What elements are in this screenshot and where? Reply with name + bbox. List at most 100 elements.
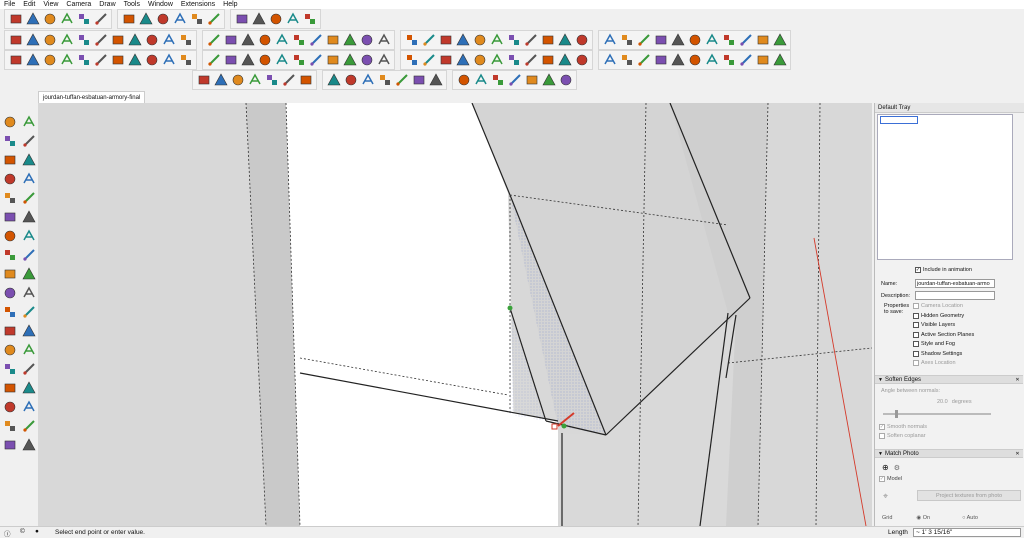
joint-push-pull-icon[interactable] (239, 32, 256, 49)
slider-thumb[interactable] (895, 410, 898, 418)
protractor-icon[interactable] (1, 322, 19, 339)
arrow-down-icon[interactable] (539, 52, 556, 69)
property-checkbox[interactable] (913, 322, 919, 328)
freehand-icon[interactable] (7, 32, 24, 49)
polygon-icon[interactable] (20, 189, 38, 206)
warehouse-icon[interactable] (188, 11, 205, 28)
rotate-icon[interactable] (1, 265, 19, 282)
follow-me-icon[interactable] (20, 265, 38, 282)
from-scratch-icon[interactable] (669, 32, 686, 49)
match-photo-icon[interactable] (505, 52, 522, 69)
dimension-icon[interactable] (20, 303, 38, 320)
look-around-icon[interactable] (20, 417, 38, 434)
menu-file[interactable]: File (4, 0, 15, 9)
tools-icon[interactable] (301, 11, 318, 28)
layer-down-icon[interactable] (58, 52, 75, 69)
shape-bender-icon[interactable] (324, 32, 341, 49)
layer-visible-icon[interactable] (109, 52, 126, 69)
close-icon[interactable]: ✕ (1014, 451, 1021, 458)
scene-thumbnail[interactable] (880, 116, 918, 124)
eraser-icon[interactable] (488, 32, 505, 49)
arc-icon[interactable] (58, 32, 75, 49)
weld-icon[interactable] (160, 32, 177, 49)
animation-next-icon[interactable] (737, 32, 754, 49)
property-row[interactable]: Style and Fog (913, 341, 955, 347)
property-checkbox[interactable] (913, 360, 919, 366)
property-row[interactable]: Active Section Planes (913, 331, 974, 338)
location-icon[interactable] (754, 32, 771, 49)
plant-icon[interactable] (325, 72, 342, 89)
axes-icon[interactable] (1, 341, 19, 358)
add-photo-icon[interactable]: ⊕ (882, 463, 889, 472)
tape-measure-icon[interactable] (1, 303, 19, 320)
menu-help[interactable]: Help (223, 0, 237, 9)
push-pull-icon[interactable] (20, 246, 38, 263)
section-icon[interactable] (154, 11, 171, 28)
user-icon[interactable]: ● (35, 528, 44, 537)
cap-icon[interactable] (557, 72, 574, 89)
dome-icon[interactable] (540, 72, 557, 89)
property-row[interactable]: Camera Location (913, 303, 963, 309)
property-row[interactable]: Shadow Settings (913, 350, 962, 357)
match-photo-header[interactable]: ▼ Match Photo ✕ (875, 449, 1023, 458)
rectangle-icon[interactable] (1, 170, 19, 187)
grid-auto-radio[interactable]: ○ Auto (962, 515, 978, 521)
copy-icon[interactable] (280, 72, 297, 89)
cube-icon[interactable] (359, 72, 376, 89)
section-plane-icon[interactable] (20, 436, 38, 453)
include-animation-row[interactable]: Include in animation (915, 267, 972, 273)
look-icon[interactable] (737, 52, 754, 69)
scenes-list[interactable] (877, 114, 1013, 260)
round-corner-icon[interactable] (256, 32, 273, 49)
menu-draw[interactable]: Draw (99, 0, 115, 9)
menu-tools[interactable]: Tools (124, 0, 140, 9)
grass-icon[interactable] (393, 72, 410, 89)
scale-icon[interactable] (669, 52, 686, 69)
bezier-icon[interactable] (24, 32, 41, 49)
animation-stop-icon[interactable] (703, 32, 720, 49)
section-plane-icon[interactable] (539, 32, 556, 49)
triangle-icon[interactable] (472, 72, 489, 89)
front-view-icon[interactable] (41, 11, 58, 28)
menu-window[interactable]: Window (148, 0, 173, 9)
zoom-window-icon[interactable] (20, 379, 38, 396)
text-icon[interactable] (420, 32, 437, 49)
axis-y-icon[interactable] (618, 52, 635, 69)
paint-bucket-icon[interactable] (1, 132, 19, 149)
top-view-icon[interactable] (24, 11, 41, 28)
iso-view-icon[interactable] (7, 11, 24, 28)
property-checkbox[interactable] (913, 303, 919, 309)
smooth-normals-checkbox[interactable] (879, 424, 885, 430)
monochrome-icon[interactable] (341, 52, 358, 69)
skin-icon[interactable] (307, 32, 324, 49)
scale-icon[interactable] (1, 284, 19, 301)
layer-up-icon[interactable] (41, 52, 58, 69)
layer-x-icon[interactable] (160, 52, 177, 69)
check-icon[interactable] (195, 72, 212, 89)
flip-edge-icon[interactable] (635, 32, 652, 49)
model-canvas[interactable] (38, 103, 872, 526)
chamfer-icon[interactable] (205, 32, 222, 49)
fredo-scale-icon[interactable] (341, 32, 358, 49)
animation-prev-icon[interactable] (720, 32, 737, 49)
polyline-icon[interactable] (41, 32, 58, 49)
tree-icon[interactable] (410, 72, 427, 89)
rotated-rectangle-icon[interactable] (20, 170, 38, 187)
window-icon[interactable] (246, 72, 263, 89)
solid-split-icon[interactable] (256, 52, 273, 69)
axis-x-icon[interactable] (601, 52, 618, 69)
display-section-icon[interactable] (171, 11, 188, 28)
menu-edit[interactable]: Edit (23, 0, 35, 9)
scene-description-input[interactable] (915, 291, 995, 300)
credits-icon[interactable]: © (20, 528, 29, 537)
freehand-icon[interactable] (20, 151, 38, 168)
curve-icon[interactable] (573, 52, 590, 69)
walk-icon[interactable] (720, 52, 737, 69)
previous-icon[interactable] (471, 52, 488, 69)
solid-intersect-icon[interactable] (239, 52, 256, 69)
add-detail-icon[interactable] (618, 32, 635, 49)
line-icon[interactable] (1, 151, 19, 168)
smoove-icon[interactable] (556, 32, 573, 49)
orbit-icon[interactable] (1, 360, 19, 377)
curviloft-icon[interactable] (290, 32, 307, 49)
